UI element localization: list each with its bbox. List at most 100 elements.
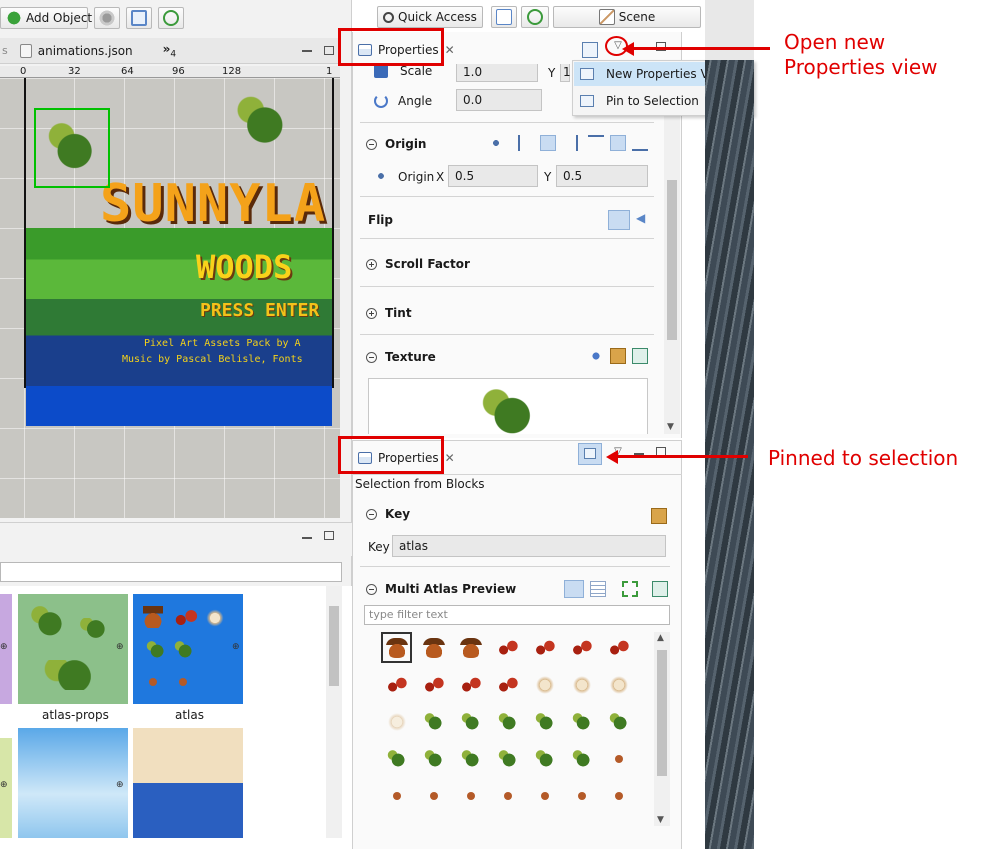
flip-x-icon[interactable] — [608, 210, 630, 230]
atlas-frame[interactable] — [381, 743, 412, 774]
atlas-frame[interactable] — [566, 780, 597, 811]
origin-x-field[interactable]: 0.5 — [448, 165, 538, 187]
pin-to-selection-toggle[interactable] — [578, 443, 602, 465]
texture-section-header[interactable]: Texture — [366, 350, 436, 364]
atlas-frame[interactable] — [529, 743, 560, 774]
grid-view-icon[interactable] — [564, 580, 584, 598]
atlas-frame[interactable] — [492, 632, 523, 663]
atlas-frame[interactable] — [603, 743, 634, 774]
atlas-frame[interactable] — [455, 780, 486, 811]
atlas-frame-selected[interactable] — [381, 632, 412, 663]
align-bottom-icon[interactable] — [632, 135, 648, 151]
scroll-down-icon[interactable]: ▼ — [667, 422, 674, 432]
key-folder-icon[interactable] — [651, 508, 667, 524]
close-icon[interactable]: ✕ — [445, 43, 455, 57]
asset-expand-icon[interactable]: ⊕ — [232, 642, 240, 652]
add-object-button[interactable]: Add Object — [0, 7, 92, 29]
asset-expand-icon[interactable]: ⊕ — [0, 642, 8, 652]
settings-button[interactable] — [94, 7, 120, 29]
asset-item-mountains[interactable] — [133, 728, 243, 838]
dragon-sprite-selected[interactable] — [34, 108, 110, 188]
atlas-frame[interactable] — [418, 706, 449, 737]
screenshot-button[interactable] — [126, 7, 152, 29]
new-window-button[interactable] — [491, 6, 517, 28]
maximize-editor-icon[interactable] — [324, 46, 334, 55]
scale-x-field[interactable]: 1.0 — [456, 64, 538, 82]
align-left-icon[interactable] — [518, 135, 534, 151]
atlas-frame[interactable] — [529, 780, 560, 811]
close-icon[interactable]: ✕ — [445, 451, 455, 465]
refresh-button[interactable] — [158, 7, 184, 29]
scroll-factor-section-header[interactable]: Scroll Factor — [366, 257, 470, 271]
atlas-frame[interactable] — [529, 706, 560, 737]
minimize-editor-icon[interactable] — [302, 49, 312, 52]
multi-atlas-section-header[interactable]: Multi Atlas Preview — [366, 582, 516, 596]
tint-section-header[interactable]: Tint — [366, 306, 412, 320]
asset-item-atlas[interactable] — [133, 594, 243, 704]
atlas-frame[interactable] — [381, 669, 412, 700]
scene-button[interactable]: Scene — [553, 6, 701, 28]
atlas-frame[interactable] — [566, 743, 597, 774]
atlas-frame[interactable] — [566, 632, 597, 663]
list-view-icon[interactable] — [590, 581, 606, 597]
minimize-assets-icon[interactable] — [302, 537, 312, 539]
properties-top-scroll-thumb[interactable] — [667, 180, 677, 340]
asset-expand-icon[interactable]: ⊕ — [116, 780, 124, 790]
atlas-frame[interactable] — [418, 780, 449, 811]
atlas-frame[interactable] — [455, 632, 486, 663]
atlas-frame[interactable] — [492, 669, 523, 700]
angle-field[interactable]: 0.0 — [456, 89, 542, 111]
atlas-frame[interactable] — [418, 669, 449, 700]
atlas-frame[interactable] — [455, 669, 486, 700]
asset-expand-icon[interactable]: ⊕ — [0, 780, 8, 790]
atlas-frame[interactable] — [529, 632, 560, 663]
atlas-frame[interactable] — [492, 780, 523, 811]
scale-y-field[interactable]: 1 — [560, 64, 571, 82]
asset-item-atlas-props[interactable] — [18, 594, 128, 704]
key-section-header[interactable]: Key — [366, 507, 410, 521]
atlas-frame[interactable] — [381, 706, 412, 737]
assets-filter-input[interactable] — [0, 562, 342, 582]
atlas-frame[interactable] — [603, 669, 634, 700]
atlas-filter-input[interactable]: type filter text — [364, 605, 670, 625]
asset-expand-icon[interactable]: ⊕ — [116, 642, 124, 652]
atlas-frame[interactable] — [566, 706, 597, 737]
asset-item-clouds[interactable] — [18, 728, 128, 838]
atlas-frame[interactable] — [455, 706, 486, 737]
fit-view-icon[interactable] — [622, 581, 638, 597]
atlas-frame[interactable] — [418, 743, 449, 774]
assets-scroll-thumb[interactable] — [329, 606, 339, 686]
atlas-frame[interactable] — [381, 780, 412, 811]
align-right-icon[interactable] — [562, 135, 578, 151]
new-properties-view-icon[interactable] — [582, 42, 598, 58]
flip-y-icon[interactable]: ◀ — [636, 211, 645, 225]
maximize-assets-icon[interactable] — [324, 531, 334, 540]
tab-animations-json[interactable]: animations.json — [19, 43, 133, 58]
atlas-frame[interactable] — [492, 706, 523, 737]
atlas-frame[interactable] — [603, 706, 634, 737]
atlas-scroll-thumb[interactable] — [657, 650, 667, 776]
origin-section-header[interactable]: Origin — [366, 137, 426, 151]
dragon-sprite[interactable] — [234, 92, 290, 152]
atlas-frame[interactable] — [492, 743, 523, 774]
scroll-down-icon[interactable]: ▼ — [657, 815, 664, 825]
align-middle-icon[interactable] — [610, 135, 626, 151]
atlas-frame[interactable] — [566, 669, 597, 700]
quick-access-button[interactable]: Quick Access — [377, 6, 483, 28]
texture-select-icon[interactable] — [588, 348, 604, 364]
tab-overflow-button[interactable]: »4 — [163, 42, 177, 59]
origin-center-icon[interactable] — [488, 135, 504, 151]
atlas-frames-scrollbar[interactable]: ▲ ▼ — [654, 632, 670, 826]
assets-scrollbar[interactable] — [326, 586, 342, 838]
copy-icon[interactable] — [652, 581, 668, 597]
align-center-icon[interactable] — [540, 135, 556, 151]
sync-button[interactable] — [521, 6, 549, 28]
key-field[interactable]: atlas — [392, 535, 666, 557]
scene-canvas[interactable]: 0 32 64 96 128 1 SUNNYLA WOODS PRESS ENT… — [0, 66, 340, 518]
atlas-frame[interactable] — [455, 743, 486, 774]
tab-prev-icon[interactable]: s — [2, 44, 8, 57]
align-top-icon[interactable] — [588, 135, 604, 151]
atlas-frame[interactable] — [529, 669, 560, 700]
atlas-frame[interactable] — [603, 780, 634, 811]
atlas-frame[interactable] — [418, 632, 449, 663]
